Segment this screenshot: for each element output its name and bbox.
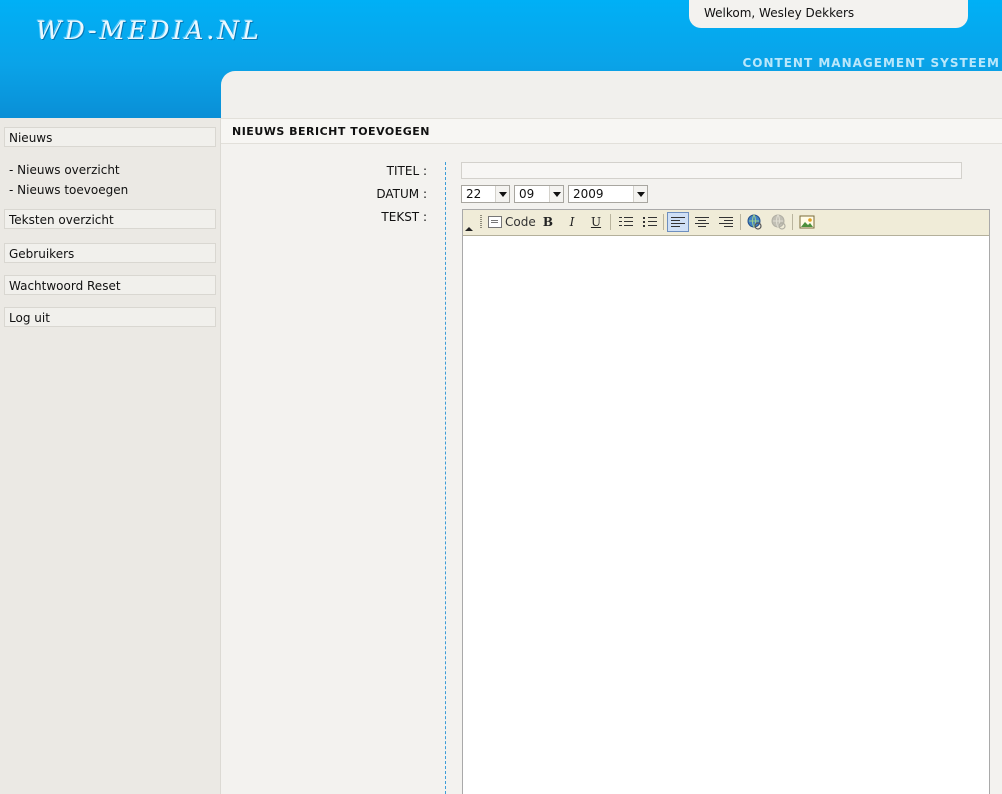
editor-content-area[interactable] <box>463 236 989 794</box>
toolbar-separator <box>663 214 664 230</box>
remove-link-button[interactable] <box>770 214 788 230</box>
underline-button[interactable]: U <box>587 214 605 230</box>
collapse-toolbar-icon[interactable] <box>465 227 473 231</box>
bold-button[interactable]: B <box>539 214 557 230</box>
ordered-list-button[interactable] <box>617 214 635 230</box>
year-select[interactable]: 2009 <box>568 185 648 203</box>
italic-button[interactable]: I <box>563 214 581 230</box>
rich-text-editor: Code B I U <box>462 209 990 794</box>
month-select[interactable]: 09 <box>514 185 564 203</box>
toolbar-separator <box>740 214 741 230</box>
align-right-icon <box>719 216 733 228</box>
insert-link-button[interactable] <box>746 214 764 230</box>
site-logo[interactable]: WD-MEDIA.NL <box>36 16 262 45</box>
form-divider <box>445 162 446 794</box>
day-select[interactable]: 22 <box>461 185 510 203</box>
main-content: NIEUWS BERICHT TOEVOEGEN TITEL : DATUM :… <box>221 118 1002 794</box>
align-left-button[interactable] <box>667 212 689 232</box>
image-icon <box>799 215 815 229</box>
align-left-icon <box>671 216 685 228</box>
toolbar-separator <box>792 214 793 230</box>
sidebar-item-log-uit[interactable]: Log uit <box>4 307 216 327</box>
toolbar-separator <box>610 214 611 230</box>
sidebar-subitem-nieuws-overzicht[interactable]: - Nieuws overzicht <box>9 163 120 177</box>
section-header: NIEUWS BERICHT TOEVOEGEN <box>221 118 1002 144</box>
align-center-button[interactable] <box>693 214 711 230</box>
chevron-down-icon <box>495 186 509 202</box>
content-tab-shape <box>221 71 1002 118</box>
ordered-list-icon <box>619 216 633 228</box>
text-label: TEKST : <box>381 210 427 224</box>
insert-image-button[interactable] <box>798 214 816 230</box>
chevron-down-icon <box>633 186 647 202</box>
section-title: NIEUWS BERICHT TOEVOEGEN <box>232 125 431 138</box>
date-label: DATUM : <box>376 187 427 201</box>
title-label: TITEL : <box>386 164 427 178</box>
year-value: 2009 <box>573 187 604 201</box>
cms-title: CONTENT MANAGEMENT SYSTEEM <box>742 56 1000 70</box>
toolbar-grip-icon <box>480 215 482 229</box>
unordered-list-button[interactable] <box>641 214 659 230</box>
title-input[interactable] <box>461 162 962 179</box>
sidebar: Nieuws - Nieuws overzicht - Nieuws toevo… <box>0 118 221 794</box>
welcome-box: Welkom, Wesley Dekkers <box>689 0 968 28</box>
month-value: 09 <box>519 187 535 201</box>
chevron-down-icon <box>549 186 563 202</box>
link-icon <box>747 214 762 230</box>
code-icon <box>488 216 502 228</box>
editor-toolbar: Code B I U <box>463 210 989 236</box>
code-button[interactable]: Code <box>488 214 536 230</box>
sidebar-item-wachtwoord-reset[interactable]: Wachtwoord Reset <box>4 275 216 295</box>
sidebar-item-gebruikers[interactable]: Gebruikers <box>4 243 216 263</box>
unlink-icon <box>771 214 786 230</box>
code-label: Code <box>505 215 536 229</box>
welcome-text: Welkom, Wesley Dekkers <box>704 6 855 20</box>
header: WD-MEDIA.NL Welkom, Wesley Dekkers CONTE… <box>0 0 1002 118</box>
unordered-list-icon <box>643 216 657 228</box>
align-right-button[interactable] <box>717 214 735 230</box>
sidebar-subitem-nieuws-toevoegen[interactable]: - Nieuws toevoegen <box>9 183 128 197</box>
align-center-icon <box>695 216 709 228</box>
sidebar-item-teksten-overzicht[interactable]: Teksten overzicht <box>4 209 216 229</box>
sidebar-item-nieuws[interactable]: Nieuws <box>4 127 216 147</box>
day-value: 22 <box>466 187 482 201</box>
